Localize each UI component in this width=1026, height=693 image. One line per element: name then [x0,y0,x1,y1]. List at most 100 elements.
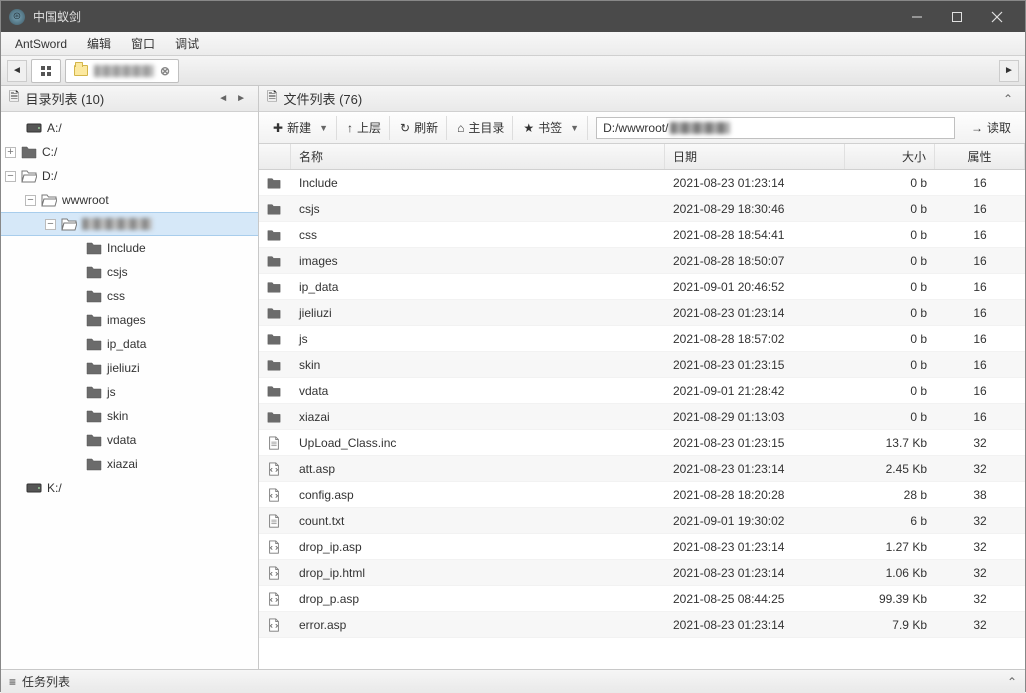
panel-prev-arrow[interactable]: ◄ [214,93,232,104]
table-row[interactable]: css 2021-08-28 18:54:41 0 b 16 [259,222,1025,248]
row-attr: 16 [935,404,1025,429]
panel-expand-icon[interactable]: ⌃ [1007,675,1017,689]
folder-icon [86,409,102,423]
row-icon [259,586,291,611]
table-row[interactable]: jieliuzi 2021-08-23 01:23:14 0 b 16 [259,300,1025,326]
tree-folder-wwwroot[interactable]: − wwwroot [1,188,258,212]
row-size: 0 b [845,378,935,403]
tab-close-icon[interactable]: ⊗ [160,64,170,78]
col-icon[interactable] [259,144,291,169]
col-size[interactable]: 大小 [845,144,935,169]
maximize-button[interactable] [937,1,977,32]
tree-label: csjs [107,265,128,279]
chevron-down-icon: ▼ [570,123,579,133]
bottombar: ≡ 任务列表 ⌃ [1,669,1025,693]
tree-folder[interactable]: images [1,308,258,332]
table-row[interactable]: count.txt 2021-09-01 19:30:02 6 b 32 [259,508,1025,534]
row-name: images [291,248,665,273]
tab-home[interactable] [31,59,61,83]
table-row[interactable]: drop_ip.asp 2021-08-23 01:23:14 1.27 Kb … [259,534,1025,560]
tab-label-blurred [94,65,154,77]
code-icon [267,565,281,581]
tree-folder[interactable]: ip_data [1,332,258,356]
path-input[interactable]: D:/wwwroot/ [596,117,955,139]
tree-drive-a[interactable]: A:/ [1,116,258,140]
minimize-button[interactable] [897,1,937,32]
table-row[interactable]: ip_data 2021-09-01 20:46:52 0 b 16 [259,274,1025,300]
row-name: css [291,222,665,247]
table-row[interactable]: xiazai 2021-08-29 01:13:03 0 b 16 [259,404,1025,430]
tree-collapse-icon[interactable]: − [45,219,56,230]
table-row[interactable]: csjs 2021-08-29 18:30:46 0 b 16 [259,196,1025,222]
row-size: 0 b [845,222,935,247]
panel-next-arrow[interactable]: ► [232,93,250,104]
table-row[interactable]: config.asp 2021-08-28 18:20:28 28 b 38 [259,482,1025,508]
tree-folder[interactable]: skin [1,404,258,428]
menu-antsword[interactable]: AntSword [5,37,77,51]
tree-folder[interactable]: jieliuzi [1,356,258,380]
row-name: UpLoad_Class.inc [291,430,665,455]
tree-folder[interactable]: js [1,380,258,404]
tree-label: vdata [107,433,136,447]
row-icon [259,456,291,481]
tree-folder[interactable]: csjs [1,260,258,284]
read-label: 读取 [987,119,1011,136]
refresh-button[interactable]: ↻ 刷新 [392,116,447,140]
refresh-label: 刷新 [414,119,438,136]
tree-folder[interactable]: vdata [1,428,258,452]
table-row[interactable]: UpLoad_Class.inc 2021-08-23 01:23:15 13.… [259,430,1025,456]
table-body[interactable]: Include 2021-08-23 01:23:14 0 b 16 csjs … [259,170,1025,669]
home-button[interactable]: ⌂ 主目录 [449,116,513,140]
read-button[interactable]: → 读取 [963,116,1019,140]
new-button[interactable]: ✚ 新建 ▼ [265,116,337,140]
tree-drive-k[interactable]: K:/ [1,476,258,500]
tree-drive-d[interactable]: − D:/ [1,164,258,188]
tree-collapse-icon[interactable]: − [5,171,16,182]
table-row[interactable]: images 2021-08-28 18:50:07 0 b 16 [259,248,1025,274]
table-row[interactable]: error.asp 2021-08-23 01:23:14 7.9 Kb 32 [259,612,1025,638]
row-name: drop_ip.html [291,560,665,585]
panel-collapse-icon[interactable]: ⌃ [999,92,1017,106]
tree-folder[interactable]: css [1,284,258,308]
bookmark-label: 书签 [538,119,562,136]
row-attr: 16 [935,378,1025,403]
table-row[interactable]: js 2021-08-28 18:57:02 0 b 16 [259,326,1025,352]
row-date: 2021-09-01 19:30:02 [665,508,845,533]
tree-folder-current[interactable]: − [1,212,258,236]
tree-drive-c[interactable]: + C:/ [1,140,258,164]
row-attr: 16 [935,300,1025,325]
col-date[interactable]: 日期 [665,144,845,169]
bookmark-button[interactable]: ★ 书签 ▼ [515,116,588,140]
row-size: 0 b [845,404,935,429]
folder-open-icon [41,193,57,207]
table-row[interactable]: drop_p.asp 2021-08-25 08:44:25 99.39 Kb … [259,586,1025,612]
row-name: skin [291,352,665,377]
table-row[interactable]: vdata 2021-09-01 21:28:42 0 b 16 [259,378,1025,404]
folder-open-icon [21,169,37,183]
tree-folder[interactable]: xiazai [1,452,258,476]
table-row[interactable]: skin 2021-08-23 01:23:15 0 b 16 [259,352,1025,378]
tree-collapse-icon[interactable]: − [25,195,36,206]
tabstrip-prev-button[interactable]: ◄ [7,60,27,82]
close-button[interactable] [977,1,1017,32]
tree-spacer [5,480,21,496]
table-row[interactable]: att.asp 2021-08-23 01:23:14 2.45 Kb 32 [259,456,1025,482]
menu-window[interactable]: 窗口 [121,35,165,52]
row-name: error.asp [291,612,665,637]
menu-edit[interactable]: 编辑 [77,35,121,52]
up-button[interactable]: ↑ 上层 [339,116,390,140]
tree-folder[interactable]: Include [1,236,258,260]
tree-expand-icon[interactable]: + [5,147,16,158]
col-attr[interactable]: 属性 [935,144,1025,169]
path-blurred [670,122,730,134]
table-row[interactable]: drop_ip.html 2021-08-23 01:23:14 1.06 Kb… [259,560,1025,586]
col-name[interactable]: 名称 [291,144,665,169]
menu-debug[interactable]: 调试 [165,35,209,52]
row-date: 2021-08-28 18:54:41 [665,222,845,247]
tabstrip-next-button[interactable]: ► [999,60,1019,82]
table-header: 名称 日期 大小 属性 [259,144,1025,170]
code-icon [267,461,281,477]
tab-shell[interactable]: ⊗ [65,59,179,83]
table-row[interactable]: Include 2021-08-23 01:23:14 0 b 16 [259,170,1025,196]
directory-tree: A:/ + C:/ − D:/ − wwwroot − [1,112,258,669]
